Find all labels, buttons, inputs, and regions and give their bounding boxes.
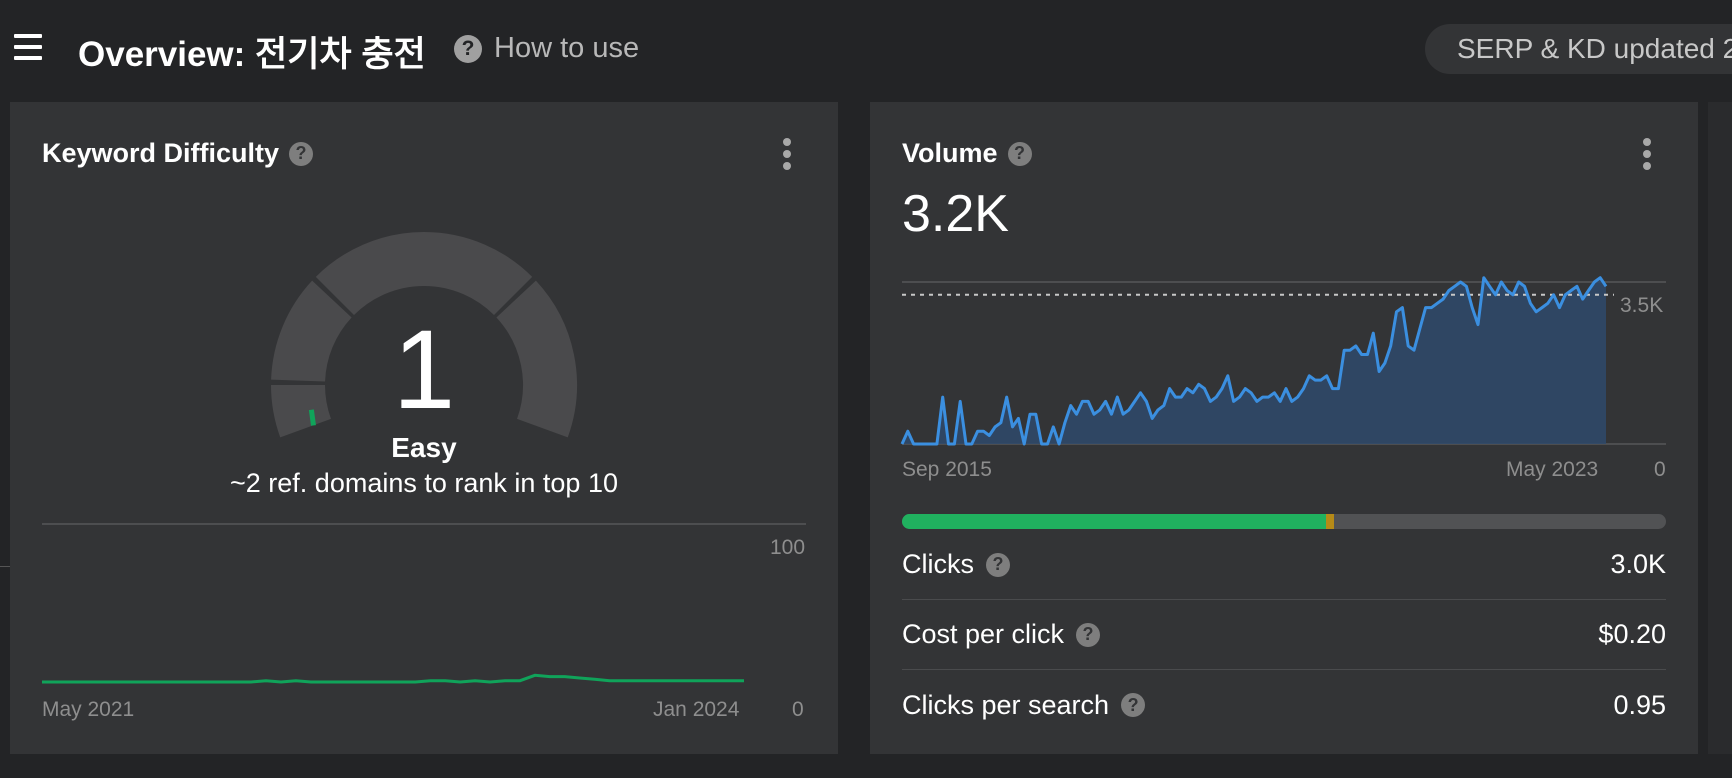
top-bar: Overview: 전기차 충전 ? How to use SERP & KD … bbox=[0, 0, 1732, 100]
volume-area-fill bbox=[902, 277, 1606, 444]
stat-label-cpc: Cost per click bbox=[902, 619, 1065, 649]
stat-row-clicks: Clicks ? 3.0K bbox=[902, 530, 1666, 600]
stat-row-cost-per-click: Cost per click ? $0.20 bbox=[902, 600, 1666, 670]
help-icon: ? bbox=[454, 34, 482, 63]
stat-value-cps: 0.95 bbox=[1613, 689, 1666, 720]
stat-row-clicks-per-search: Clicks per search ? 0.95 bbox=[902, 670, 1666, 740]
volume-card: Volume ? 3.2K Sep 2015 May 2023 0 3.5K C… bbox=[870, 102, 1698, 754]
kd-history-line bbox=[42, 673, 744, 684]
serp-kd-updated-badge[interactable]: SERP & KD updated 2 bbox=[1425, 24, 1732, 74]
cps-help-icon[interactable]: ? bbox=[1121, 693, 1146, 717]
keyword-difficulty-card: Keyword Difficulty ? 1 Easy ~2 ref. doma… bbox=[10, 102, 838, 754]
kd-y-max-label: 100 bbox=[770, 536, 806, 559]
next-card-edge bbox=[1708, 102, 1732, 754]
paid-clicks-segment bbox=[1326, 514, 1334, 529]
clicks-help-icon[interactable]: ? bbox=[986, 552, 1010, 577]
stat-label-clicks: Clicks bbox=[902, 549, 974, 579]
stat-value-cpc: $0.20 bbox=[1598, 619, 1666, 649]
how-to-use-link[interactable]: ? How to use bbox=[454, 32, 639, 65]
clicks-distribution-bar bbox=[902, 514, 1666, 529]
hamburger-menu-icon[interactable] bbox=[14, 34, 42, 60]
volume-y-zero-label: 0 bbox=[1654, 458, 1666, 481]
kd-x-start-label: May 2021 bbox=[42, 698, 135, 721]
cpc-help-icon[interactable]: ? bbox=[1076, 622, 1101, 647]
stat-value-clicks: 3.0K bbox=[1610, 549, 1666, 579]
kd-y-min-label: 0 bbox=[792, 698, 804, 721]
kd-x-end-label: Jan 2024 bbox=[653, 698, 740, 721]
how-to-use-label: How to use bbox=[494, 32, 640, 64]
volume-x-end-label: May 2023 bbox=[1506, 458, 1599, 481]
volume-x-start-label: Sep 2015 bbox=[902, 458, 992, 481]
organic-clicks-segment bbox=[902, 514, 1327, 529]
volume-reference-label: 3.5K bbox=[1620, 294, 1664, 317]
stat-label-cps: Clicks per search bbox=[902, 689, 1110, 720]
divider bbox=[0, 566, 10, 567]
kd-history-chart bbox=[42, 523, 806, 684]
page-title: Overview: 전기차 충전 bbox=[78, 35, 426, 74]
